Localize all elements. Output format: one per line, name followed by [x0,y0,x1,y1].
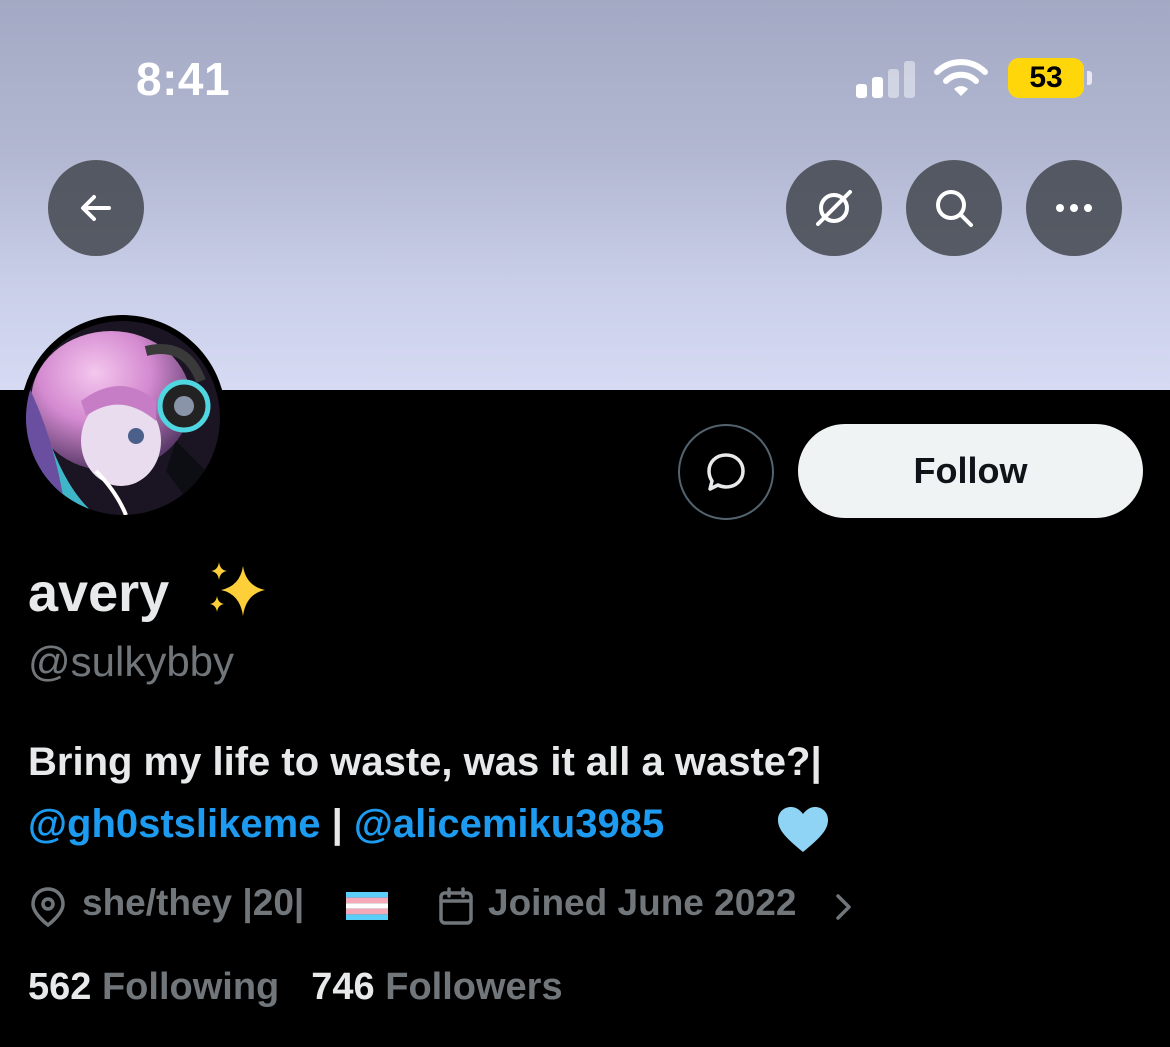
follow-counts: 562 Following 746 Followers [28,966,563,1009]
cellular-signal-icon [856,58,916,98]
bio-mentions-line: @gh0stslikeme | @alicemiku3985 [28,802,664,847]
translate-off-icon [816,190,852,226]
following-count: 562 [28,966,92,1008]
followers-count: 746 [311,966,375,1008]
message-button[interactable] [678,424,774,520]
location-text: she/they |20| [82,882,305,923]
display-name: avery [28,563,170,623]
joined-date[interactable]: Joined June 2022 [488,882,796,924]
following-link[interactable]: 562 Following [28,966,279,1008]
avatar[interactable] [20,315,226,521]
back-button[interactable] [48,160,144,256]
back-arrow-icon [81,195,111,221]
bio-mention-link[interactable]: @alicemiku3985 [354,802,664,846]
user-handle: @sulkybby [28,638,235,685]
followers-label: Followers [385,966,563,1008]
follow-button[interactable]: Follow [798,424,1143,518]
bio-separator: | [320,802,354,846]
chevron-right-icon[interactable] [832,892,854,922]
transgender-flag-icon [346,892,388,920]
sparkles-emoji-icon [210,562,265,616]
following-label: Following [101,966,280,1008]
battery-nub [1087,71,1092,85]
more-button[interactable] [1026,160,1122,256]
light-blue-heart-emoji-icon [778,807,828,852]
status-time: 8:41 [136,53,231,105]
wifi-icon [934,59,988,96]
bio-mention-link[interactable]: @gh0stslikeme [28,802,320,846]
location-pin-icon [31,887,65,928]
followers-link[interactable]: 746 Followers [311,966,562,1008]
avatar-illustration [26,321,220,515]
search-icon [936,190,973,227]
bio-text: Bring my life to waste, was it all a was… [28,740,822,784]
search-button[interactable] [906,160,1002,256]
message-icon [707,453,745,491]
translate-off-button[interactable] [786,160,882,256]
more-icon [1056,204,1092,212]
calendar-icon [439,887,473,925]
battery-icon: 53 [1008,58,1084,98]
